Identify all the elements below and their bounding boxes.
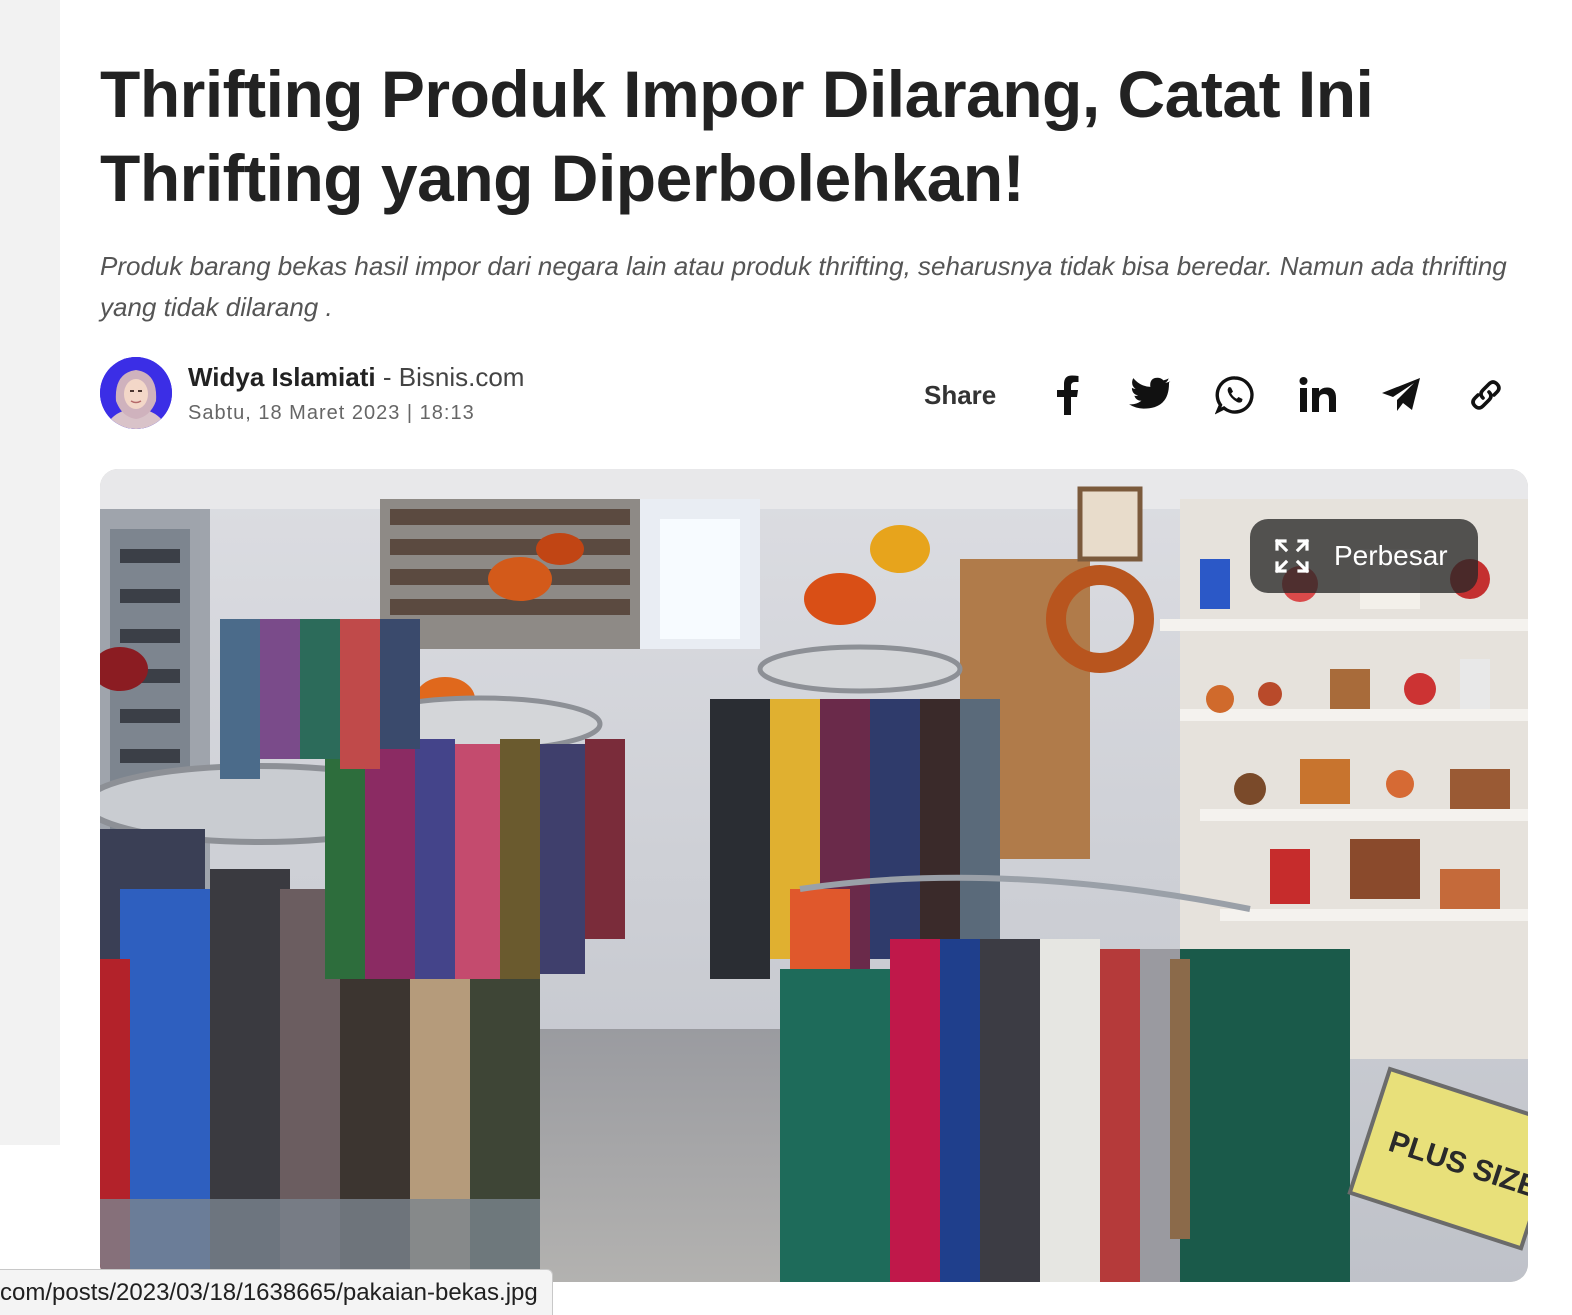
share-label: Share	[924, 380, 997, 410]
link-icon[interactable]	[1464, 373, 1508, 417]
zoom-button-label: Perbesar	[1334, 540, 1448, 571]
expand-icon	[1274, 538, 1310, 574]
publish-timestamp: Sabtu, 18 Maret 2023 | 18:13	[188, 402, 475, 424]
author-line: Widya Islamiati - Bisnis.com	[188, 361, 524, 393]
status-bar-url: com/posts/2023/03/18/1638665/pakaian-bek…	[0, 1269, 553, 1315]
byline: Widya Islamiati - Bisnis.com Sabtu, 18 M…	[100, 357, 1530, 429]
facebook-icon[interactable]	[1045, 373, 1089, 417]
author-avatar[interactable]	[100, 357, 172, 429]
author-separator: -	[382, 362, 392, 392]
author-name[interactable]: Widya Islamiati	[188, 362, 376, 392]
telegram-icon[interactable]	[1379, 373, 1423, 417]
twitter-icon[interactable]	[1128, 373, 1172, 417]
left-gutter	[0, 0, 60, 1145]
article: Thrifting Produk Impor Dilarang, Catat I…	[100, 0, 1530, 1314]
article-lede: Produk barang bekas hasil impor dari neg…	[100, 251, 1507, 322]
article-headline: Thrifting Produk Impor Dilarang, Catat I…	[100, 57, 1374, 215]
whatsapp-icon[interactable]	[1213, 373, 1257, 417]
zoom-button[interactable]: Perbesar	[1250, 519, 1478, 593]
author-source: Bisnis.com	[398, 362, 525, 392]
linkedin-icon[interactable]	[1296, 373, 1340, 417]
hero-image[interactable]: PLUS SIZE Perbesar	[100, 469, 1528, 1282]
